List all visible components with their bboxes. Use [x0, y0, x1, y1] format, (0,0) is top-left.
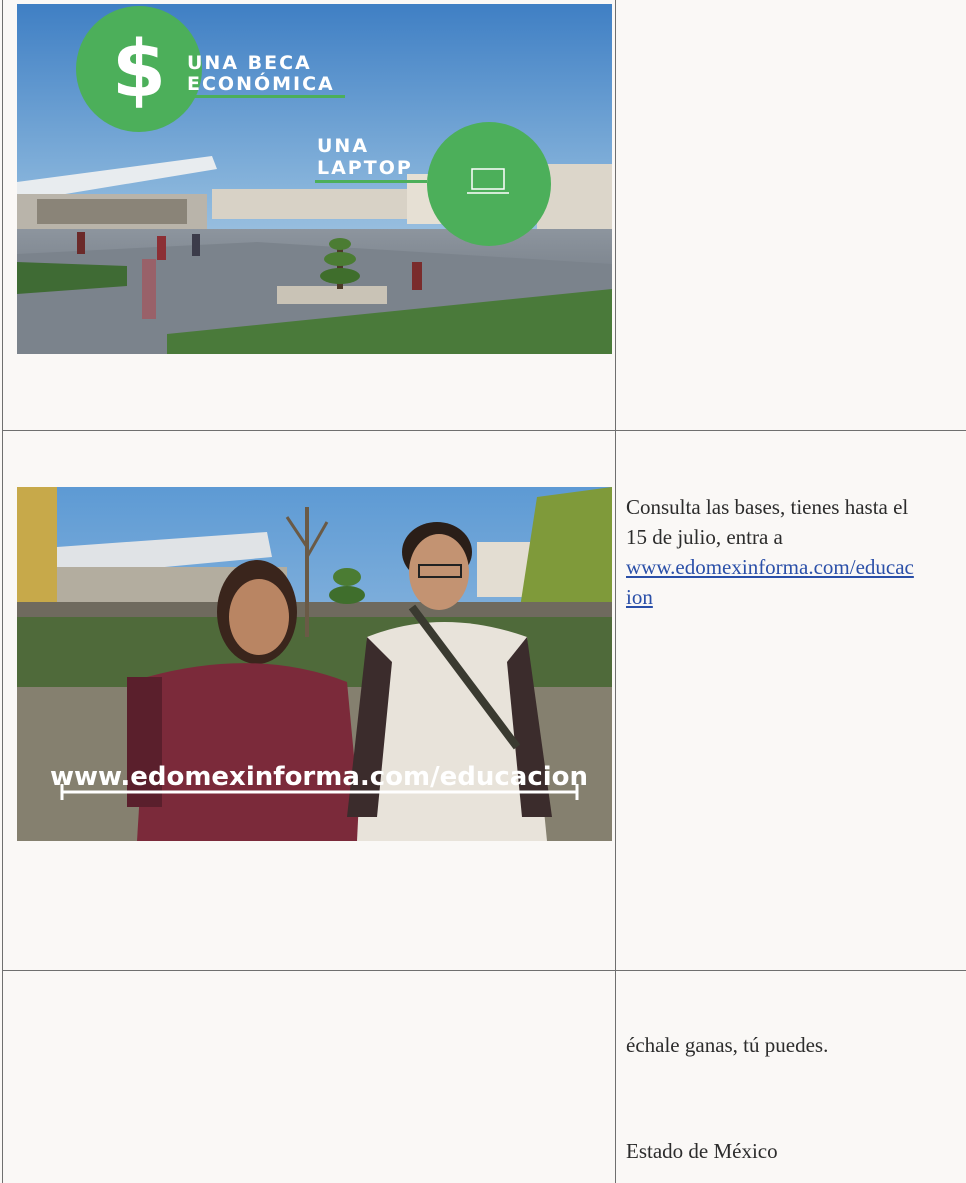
table-row-divider-2 [2, 970, 966, 971]
dollar-icon: $ [112, 25, 166, 115]
website-link[interactable]: www.edomexinforma.com/educac ion [626, 552, 961, 612]
url-overlay-text: www.edomexinforma.com/educacion [50, 762, 588, 792]
table-border-left [2, 0, 3, 1183]
laptop-label-line-2: LAPTOP [317, 157, 413, 179]
laptop-label-line-1: UNA [317, 135, 369, 157]
website-link-line-1[interactable]: www.edomexinforma.com/educac [626, 552, 961, 582]
table-row-divider-1 [2, 430, 966, 431]
row-2-description: Consulta las bases, tienes hasta el 15 d… [626, 492, 961, 612]
badge-line-1: UNA BECA [187, 52, 312, 74]
description-line-1: Consulta las bases, tienes hasta el [626, 495, 909, 519]
document-page: $ UNA BECA ECONÓMICA UNA LAPTOP www.edom… [0, 0, 966, 1183]
row-3-slogan: échale ganas, tú puedes. [626, 1033, 829, 1057]
video-still-scholarship: $ UNA BECA ECONÓMICA UNA LAPTOP [17, 4, 612, 354]
table-column-divider [615, 0, 616, 1183]
website-link-line-2[interactable]: ion [626, 582, 961, 612]
row-3-footer: Estado de México [626, 1139, 778, 1163]
video-still-students: www.edomexinforma.com/educacion [17, 487, 612, 841]
badge-line-2: ECONÓMICA [187, 71, 335, 95]
description-line-2: 15 de julio, entra a [626, 525, 783, 549]
